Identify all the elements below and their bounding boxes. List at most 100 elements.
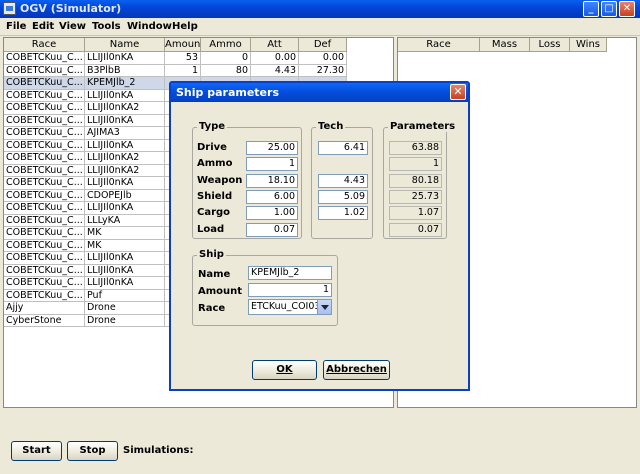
column-header-def[interactable]: Def <box>299 38 347 52</box>
tech-drive-input[interactable]: 6.41 <box>318 141 368 155</box>
column-header-amount[interactable]: Amount <box>165 38 201 52</box>
param-drive-value: 63.88 <box>389 141 442 155</box>
start-button[interactable]: Start <box>11 441 62 461</box>
table-cell: 27.30 <box>299 64 347 77</box>
table-cell: COBETCKuu_C... <box>4 214 85 227</box>
menu-file[interactable]: File <box>6 21 26 32</box>
dialog-title: Ship parameters <box>176 86 279 99</box>
ship-name-input[interactable]: KPEMJlb_2 <box>248 266 332 280</box>
param-ammo-value: 1 <box>389 157 442 172</box>
ship-group-label: Ship <box>197 249 226 260</box>
table-cell: 4.43 <box>251 64 299 77</box>
menu-help[interactable]: Help <box>172 21 198 32</box>
table-cell: COBETCKuu_C... <box>4 264 85 277</box>
column-header-wins[interactable]: Wins <box>570 38 607 52</box>
table-cell: 0.00 <box>251 52 299 65</box>
type-shield-input[interactable]: 6.00 <box>246 189 298 204</box>
table-cell: MK <box>85 227 165 240</box>
table-cell: LLIJIl0nKA2 <box>85 164 165 177</box>
type-load-input[interactable]: 0.07 <box>246 222 298 237</box>
ship-amount-input[interactable]: 1 <box>248 283 332 297</box>
table-cell: COBETCKuu_C... <box>4 277 85 290</box>
table-cell: LLLyKA <box>85 214 165 227</box>
param-load-value: 0.07 <box>389 222 442 237</box>
table-cell: Drone <box>85 314 165 327</box>
table-cell: LLIJIl0nKA <box>85 177 165 190</box>
table-cell: LLIJIl0nKA <box>85 264 165 277</box>
tech-shield-input[interactable]: 5.09 <box>318 189 368 204</box>
table-cell: B3PlbB <box>85 64 165 77</box>
menu-tools[interactable]: Tools <box>92 21 121 32</box>
table-cell: Puf <box>85 289 165 302</box>
column-header-mass[interactable]: Mass <box>480 38 530 52</box>
param-label-load: Load <box>197 223 225 235</box>
type-drive-input[interactable]: 25.00 <box>246 141 298 155</box>
type-ammo-input[interactable]: 1 <box>246 157 298 172</box>
table-cell: LLIJIl0nKA <box>85 114 165 127</box>
table-cell: 0 <box>201 52 251 65</box>
type-cargo-input[interactable]: 1.00 <box>246 206 298 221</box>
column-header-name[interactable]: Name <box>85 38 165 52</box>
parameters-group-label: Parameters <box>388 121 458 132</box>
column-header-race[interactable]: Race <box>4 38 85 52</box>
stop-button[interactable]: Stop <box>67 441 118 461</box>
table-cell: MK <box>85 239 165 252</box>
menu-window[interactable]: Window <box>127 21 172 32</box>
maximize-button[interactable]: □ <box>601 1 617 17</box>
tech-cargo-input[interactable]: 1.02 <box>318 206 368 221</box>
table-cell: 0.00 <box>299 52 347 65</box>
table-cell: COBETCKuu_C... <box>4 227 85 240</box>
dialog-title-bar[interactable]: Ship parameters ✕ <box>171 83 468 102</box>
column-header-result-race[interactable]: Race <box>398 38 480 52</box>
param-label-drive: Drive <box>197 142 227 153</box>
tech-group-label: Tech <box>316 121 346 132</box>
ship-race-label: Race <box>198 303 226 314</box>
param-label-weapon: Weapon <box>197 174 243 186</box>
column-header-loss[interactable]: Loss <box>530 38 570 52</box>
table-cell: COBETCKuu_C... <box>4 114 85 127</box>
column-header-att[interactable]: Att <box>251 38 299 52</box>
table-cell: Drone <box>85 302 165 315</box>
title-bar[interactable]: OGV (Simulator) _ □ ✕ <box>0 0 640 18</box>
ship-parameters-dialog: Ship parameters ✕ Type Tech Parameters D… <box>169 81 470 391</box>
ship-race-select[interactable]: ETCKuu_COI03 <box>248 299 332 315</box>
tech-weapon-input[interactable]: 4.43 <box>318 173 368 188</box>
table-cell: COBETCKuu_C... <box>4 289 85 302</box>
table-row[interactable]: COBETCKuu_C... LLIJIl0nKA 53 0 0.00 0.00 <box>4 52 347 65</box>
ship-amount-label: Amount <box>198 286 243 297</box>
menu-bar: File Edit View Tools Window Help <box>0 18 640 36</box>
table-cell: AJIMA3 <box>85 127 165 140</box>
table-cell: COBETCKuu_C... <box>4 152 85 165</box>
table-cell: LLIJIl0nKA <box>85 277 165 290</box>
param-cargo-value: 1.07 <box>389 206 442 221</box>
menu-edit[interactable]: Edit <box>32 21 54 32</box>
table-cell: COBETCKuu_C... <box>4 52 85 65</box>
param-label-shield: Shield <box>197 190 233 202</box>
dialog-close-button[interactable]: ✕ <box>450 84 466 100</box>
param-weapon-value: 80.18 <box>389 173 442 188</box>
table-cell: COBETCKuu_C... <box>4 89 85 102</box>
table-cell: LLIJIl0nKA <box>85 89 165 102</box>
table-cell: CDOPEJlb <box>85 189 165 202</box>
table-cell: CyberStone <box>4 314 85 327</box>
table-cell: COBETCKuu_C... <box>4 252 85 265</box>
close-window-button[interactable]: ✕ <box>619 1 635 17</box>
table-cell: COBETCKuu_C... <box>4 177 85 190</box>
table-cell: COBETCKuu_C... <box>4 202 85 215</box>
table-cell: 53 <box>165 52 201 65</box>
ok-button[interactable]: OK <box>252 360 317 380</box>
menu-view[interactable]: View <box>59 21 86 32</box>
param-shield-value: 25.73 <box>389 189 442 204</box>
column-header-ammo[interactable]: Ammo <box>201 38 251 52</box>
table-cell: LLIJIl0nKA <box>85 252 165 265</box>
table-cell: Ajjy <box>4 302 85 315</box>
chevron-down-icon[interactable] <box>317 300 331 314</box>
table-cell: KPEMJlb_2 <box>85 77 165 90</box>
table-cell: COBETCKuu_C... <box>4 239 85 252</box>
minimize-button[interactable]: _ <box>583 1 599 17</box>
ship-name-label: Name <box>198 269 231 280</box>
type-weapon-input[interactable]: 18.10 <box>246 173 298 188</box>
table-row[interactable]: COBETCKuu_C... B3PlbB 1 80 4.43 27.30 <box>4 64 347 77</box>
cancel-button[interactable]: Abbrechen <box>323 360 390 380</box>
table-cell: COBETCKuu_C... <box>4 189 85 202</box>
